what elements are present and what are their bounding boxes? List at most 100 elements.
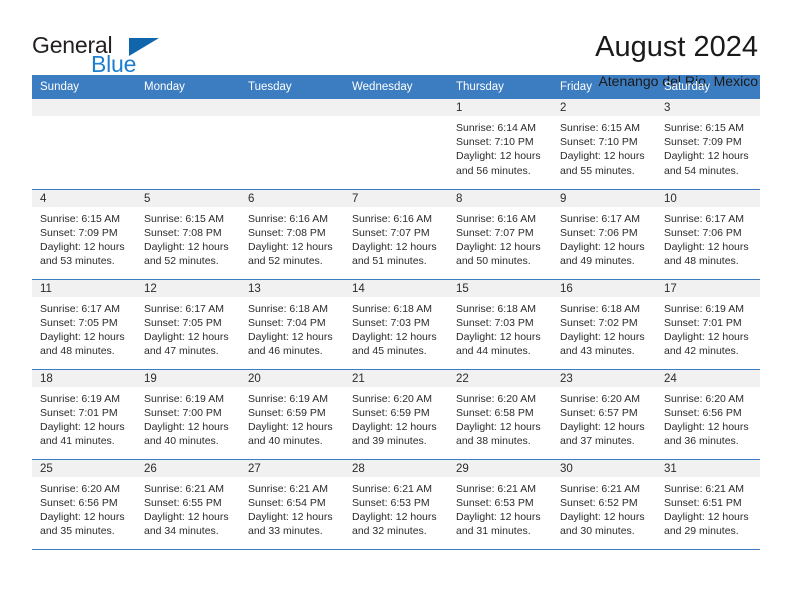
calendar-day-cell[interactable]: 27 Sunrise: 6:21 AM Sunset: 6:54 PM Dayligh… <box>240 459 344 550</box>
day-details: Sunrise: 6:16 AM Sunset: 7:07 PM Daylight:… <box>344 207 448 269</box>
day-number: 15 <box>448 279 552 297</box>
day-details: Sunrise: 6:17 AM Sunset: 7:05 PM Daylight:… <box>136 297 240 359</box>
sunrise-text: Sunrise: 6:21 AM <box>248 482 328 495</box>
page-header: General Blue August 2024 Atenango del Ri… <box>0 0 792 90</box>
sunset-text: Sunset: 6:58 PM <box>456 406 534 419</box>
calendar-cell-empty <box>136 99 240 190</box>
calendar-day-cell[interactable]: 31 Sunrise: 6:21 AM Sunset: 6:51 PM Dayligh… <box>656 459 760 550</box>
sunset-text: Sunset: 7:03 PM <box>456 316 534 329</box>
day-details: Sunrise: 6:20 AM Sunset: 6:56 PM Daylight:… <box>656 387 760 449</box>
calendar-day-cell[interactable]: 30 Sunrise: 6:21 AM Sunset: 6:52 PM Dayligh… <box>552 459 656 550</box>
calendar-day-cell[interactable]: 7 Sunrise: 6:16 AM Sunset: 7:07 PM Daylight… <box>344 189 448 280</box>
calendar-day-cell[interactable]: 20 Sunrise: 6:19 AM Sunset: 6:59 PM Dayligh… <box>240 369 344 460</box>
day-number <box>136 99 240 116</box>
day-details: Sunrise: 6:19 AM Sunset: 7:01 PM Daylight:… <box>656 297 760 359</box>
day-details: Sunrise: 6:21 AM Sunset: 6:52 PM Daylight:… <box>552 477 656 539</box>
calendar-week-row: 11 Sunrise: 6:17 AM Sunset: 7:05 PM Dayligh… <box>32 279 760 370</box>
calendar-day-cell[interactable]: 1 Sunrise: 6:14 AM Sunset: 7:10 PM Daylight… <box>448 99 552 190</box>
day-number: 22 <box>448 369 552 387</box>
sunrise-text: Sunrise: 6:17 AM <box>144 302 224 315</box>
sunrise-text: Sunrise: 6:17 AM <box>664 212 744 225</box>
calendar-day-cell[interactable]: 29 Sunrise: 6:21 AM Sunset: 6:53 PM Dayligh… <box>448 459 552 550</box>
sunrise-text: Sunrise: 6:18 AM <box>248 302 328 315</box>
daylight-text: Daylight: 12 hours and 51 minutes. <box>352 240 437 268</box>
daylight-text: Daylight: 12 hours and 56 minutes. <box>456 150 541 177</box>
daylight-text: Daylight: 12 hours and 42 minutes. <box>664 330 749 358</box>
calendar-day-cell[interactable]: 12 Sunrise: 6:17 AM Sunset: 7:05 PM Dayligh… <box>136 279 240 370</box>
day-number: 6 <box>240 189 344 207</box>
calendar-day-cell[interactable]: 26 Sunrise: 6:21 AM Sunset: 6:55 PM Dayligh… <box>136 459 240 550</box>
sunrise-text: Sunrise: 6:20 AM <box>352 392 432 405</box>
calendar-day-cell[interactable]: 22 Sunrise: 6:20 AM Sunset: 6:58 PM Dayligh… <box>448 369 552 460</box>
calendar-day-cell[interactable]: 2 Sunrise: 6:15 AM Sunset: 7:10 PM Daylight… <box>552 99 656 190</box>
sunset-text: Sunset: 7:06 PM <box>560 226 638 239</box>
calendar-day-cell[interactable]: 17 Sunrise: 6:19 AM Sunset: 7:01 PM Dayligh… <box>656 279 760 370</box>
calendar-day-cell[interactable]: 4 Sunrise: 6:15 AM Sunset: 7:09 PM Daylight… <box>32 189 136 280</box>
sunrise-text: Sunrise: 6:20 AM <box>456 392 536 405</box>
day-details: Sunrise: 6:21 AM Sunset: 6:53 PM Daylight:… <box>344 477 448 539</box>
daylight-text: Daylight: 12 hours and 44 minutes. <box>456 330 541 358</box>
sunrise-text: Sunrise: 6:15 AM <box>40 212 120 225</box>
day-number: 23 <box>552 369 656 387</box>
calendar-body: 1 Sunrise: 6:14 AM Sunset: 7:10 PM Daylight… <box>32 99 760 550</box>
sunrise-text: Sunrise: 6:17 AM <box>40 302 120 315</box>
daylight-text: Daylight: 12 hours and 47 minutes. <box>144 330 229 358</box>
calendar-day-cell[interactable]: 23 Sunrise: 6:20 AM Sunset: 6:57 PM Dayligh… <box>552 369 656 460</box>
calendar-day-cell[interactable]: 6 Sunrise: 6:16 AM Sunset: 7:08 PM Daylight… <box>240 189 344 280</box>
calendar-day-cell[interactable]: 21 Sunrise: 6:20 AM Sunset: 6:59 PM Dayligh… <box>344 369 448 460</box>
day-number: 18 <box>32 369 136 387</box>
calendar-day-cell[interactable]: 9 Sunrise: 6:17 AM Sunset: 7:06 PM Daylight… <box>552 189 656 280</box>
calendar-day-cell[interactable]: 10 Sunrise: 6:17 AM Sunset: 7:06 PM Dayligh… <box>656 189 760 280</box>
sunrise-text: Sunrise: 6:21 AM <box>144 482 224 495</box>
day-number <box>32 99 136 116</box>
day-details: Sunrise: 6:18 AM Sunset: 7:04 PM Daylight:… <box>240 297 344 359</box>
brand-logo[interactable]: General Blue <box>32 30 159 77</box>
calendar-day-cell[interactable]: 25 Sunrise: 6:20 AM Sunset: 6:56 PM Dayligh… <box>32 459 136 550</box>
day-number: 31 <box>656 459 760 477</box>
day-details: Sunrise: 6:20 AM Sunset: 6:56 PM Daylight:… <box>32 477 136 539</box>
calendar-day-cell[interactable]: 15 Sunrise: 6:18 AM Sunset: 7:03 PM Dayligh… <box>448 279 552 370</box>
daylight-text: Daylight: 12 hours and 34 minutes. <box>144 510 229 538</box>
sunrise-text: Sunrise: 6:15 AM <box>560 122 640 134</box>
calendar-day-cell[interactable]: 8 Sunrise: 6:16 AM Sunset: 7:07 PM Daylight… <box>448 189 552 280</box>
sunset-text: Sunset: 7:10 PM <box>560 136 638 149</box>
sunset-text: Sunset: 7:05 PM <box>40 316 118 329</box>
calendar-day-cell[interactable]: 13 Sunrise: 6:18 AM Sunset: 7:04 PM Dayligh… <box>240 279 344 370</box>
sunrise-text: Sunrise: 6:17 AM <box>560 212 640 225</box>
sunrise-text: Sunrise: 6:20 AM <box>560 392 640 405</box>
sunset-text: Sunset: 7:10 PM <box>456 136 534 149</box>
calendar-day-cell[interactable]: 16 Sunrise: 6:18 AM Sunset: 7:02 PM Dayligh… <box>552 279 656 370</box>
weekday-header-monday: Monday <box>136 75 240 99</box>
weekday-header-tuesday: Tuesday <box>240 75 344 99</box>
sunset-text: Sunset: 7:03 PM <box>352 316 430 329</box>
day-details: Sunrise: 6:21 AM Sunset: 6:53 PM Daylight:… <box>448 477 552 539</box>
daylight-text: Daylight: 12 hours and 40 minutes. <box>144 420 229 448</box>
day-number: 29 <box>448 459 552 477</box>
daylight-text: Daylight: 12 hours and 48 minutes. <box>40 330 125 358</box>
day-number: 24 <box>656 369 760 387</box>
sunset-text: Sunset: 7:04 PM <box>248 316 326 329</box>
day-number: 1 <box>448 99 552 116</box>
brand-name-blue: Blue <box>91 51 137 77</box>
sunrise-text: Sunrise: 6:14 AM <box>456 122 536 134</box>
sunset-text: Sunset: 6:56 PM <box>664 406 742 419</box>
calendar-day-cell[interactable]: 24 Sunrise: 6:20 AM Sunset: 6:56 PM Dayligh… <box>656 369 760 460</box>
calendar-day-cell[interactable]: 5 Sunrise: 6:15 AM Sunset: 7:08 PM Daylight… <box>136 189 240 280</box>
calendar-day-cell[interactable]: 19 Sunrise: 6:19 AM Sunset: 7:00 PM Dayligh… <box>136 369 240 460</box>
sunset-text: Sunset: 7:07 PM <box>352 226 430 239</box>
day-details: Sunrise: 6:15 AM Sunset: 7:10 PM Daylight:… <box>552 116 656 178</box>
calendar-day-cell[interactable]: 3 Sunrise: 6:15 AM Sunset: 7:09 PM Daylight… <box>656 99 760 190</box>
day-details: Sunrise: 6:16 AM Sunset: 7:08 PM Daylight:… <box>240 207 344 269</box>
calendar-day-cell[interactable]: 11 Sunrise: 6:17 AM Sunset: 7:05 PM Dayligh… <box>32 279 136 370</box>
day-number: 10 <box>656 189 760 207</box>
daylight-text: Daylight: 12 hours and 38 minutes. <box>456 420 541 448</box>
calendar-day-cell[interactable]: 28 Sunrise: 6:21 AM Sunset: 6:53 PM Dayligh… <box>344 459 448 550</box>
calendar-day-cell[interactable]: 18 Sunrise: 6:19 AM Sunset: 7:01 PM Dayligh… <box>32 369 136 460</box>
day-details: Sunrise: 6:15 AM Sunset: 7:09 PM Daylight:… <box>656 116 760 178</box>
day-details: Sunrise: 6:20 AM Sunset: 6:57 PM Daylight:… <box>552 387 656 449</box>
calendar-day-cell[interactable]: 14 Sunrise: 6:18 AM Sunset: 7:03 PM Dayligh… <box>344 279 448 370</box>
sunset-text: Sunset: 6:54 PM <box>248 496 326 509</box>
calendar-cell-empty <box>32 99 136 190</box>
day-details: Sunrise: 6:15 AM Sunset: 7:09 PM Daylight:… <box>32 207 136 269</box>
day-details: Sunrise: 6:19 AM Sunset: 6:59 PM Daylight:… <box>240 387 344 449</box>
